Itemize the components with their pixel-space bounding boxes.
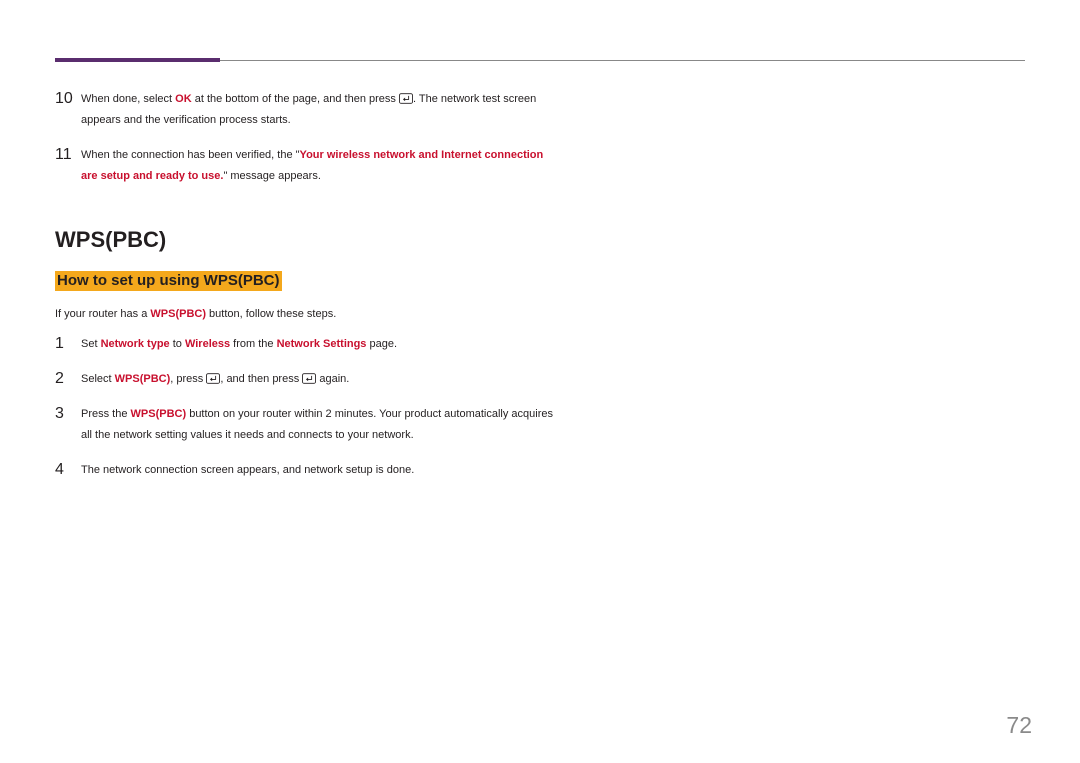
body-text: If your router has a	[55, 308, 150, 320]
highlighted-text: WPS(PBC)	[115, 373, 171, 385]
step-number: 1	[55, 334, 81, 355]
body-text: to	[170, 338, 185, 350]
body-text: again.	[316, 373, 349, 385]
step-number: 11	[55, 145, 81, 166]
intro-text: If your router has a WPS(PBC) button, fo…	[55, 305, 1025, 325]
step-text: The network connection screen appears, a…	[81, 460, 414, 481]
body-text: Set	[81, 338, 101, 350]
step-row: 1Set Network type to Wireless from the N…	[55, 334, 1025, 355]
sub-title-wrap: How to set up using WPS(PBC)	[55, 271, 1025, 291]
body-text: at the bottom of the page, and then pres…	[192, 93, 399, 105]
highlighted-text: WPS(PBC)	[131, 408, 187, 420]
step-row: 11When the connection has been verified,…	[55, 145, 1025, 187]
step-row: 10When done, select OK at the bottom of …	[55, 89, 1025, 131]
step-number: 10	[55, 89, 81, 110]
section-title: WPS(PBC)	[55, 227, 1025, 253]
step-row: 3Press the WPS(PBC) button on your route…	[55, 404, 1025, 446]
step-text: When done, select OK at the bottom of th…	[81, 89, 551, 131]
step-number: 4	[55, 460, 81, 481]
highlighted-text: WPS(PBC)	[150, 308, 206, 320]
body-text: , press	[170, 373, 206, 385]
rule-accent	[55, 58, 220, 62]
step-number: 3	[55, 404, 81, 425]
step-text: Set Network type to Wireless from the Ne…	[81, 334, 397, 355]
highlighted-text: Network Settings	[277, 338, 367, 350]
document-page: 10When done, select OK at the bottom of …	[0, 0, 1080, 763]
enter-icon	[302, 371, 316, 382]
horizontal-rule	[55, 60, 1025, 61]
body-text: , and then press	[220, 373, 302, 385]
body-text: When done, select	[81, 93, 175, 105]
step-text: Select WPS(PBC), press , and then press …	[81, 369, 349, 390]
step-text: Press the WPS(PBC) button on your router…	[81, 404, 561, 446]
enter-icon	[206, 371, 220, 382]
bottom-steps-list: 1Set Network type to Wireless from the N…	[55, 334, 1025, 480]
top-steps-list: 10When done, select OK at the bottom of …	[55, 89, 1025, 187]
body-text: Press the	[81, 408, 131, 420]
body-text: When the connection has been verified, t…	[81, 149, 300, 161]
body-text: The network connection screen appears, a…	[81, 464, 414, 476]
body-text: from the	[230, 338, 276, 350]
highlighted-text: OK	[175, 93, 192, 105]
step-text: When the connection has been verified, t…	[81, 145, 551, 187]
enter-icon	[399, 91, 413, 102]
sub-title: How to set up using WPS(PBC)	[55, 271, 282, 291]
body-text: button, follow these steps.	[206, 308, 336, 320]
body-text: " message appears.	[223, 170, 320, 182]
step-row: 2Select WPS(PBC), press , and then press…	[55, 369, 1025, 390]
page-number: 72	[1006, 712, 1032, 739]
step-row: 4The network connection screen appears, …	[55, 460, 1025, 481]
step-number: 2	[55, 369, 81, 390]
highlighted-text: Network type	[101, 338, 170, 350]
body-text: page.	[366, 338, 397, 350]
body-text: Select	[81, 373, 115, 385]
highlighted-text: Wireless	[185, 338, 230, 350]
